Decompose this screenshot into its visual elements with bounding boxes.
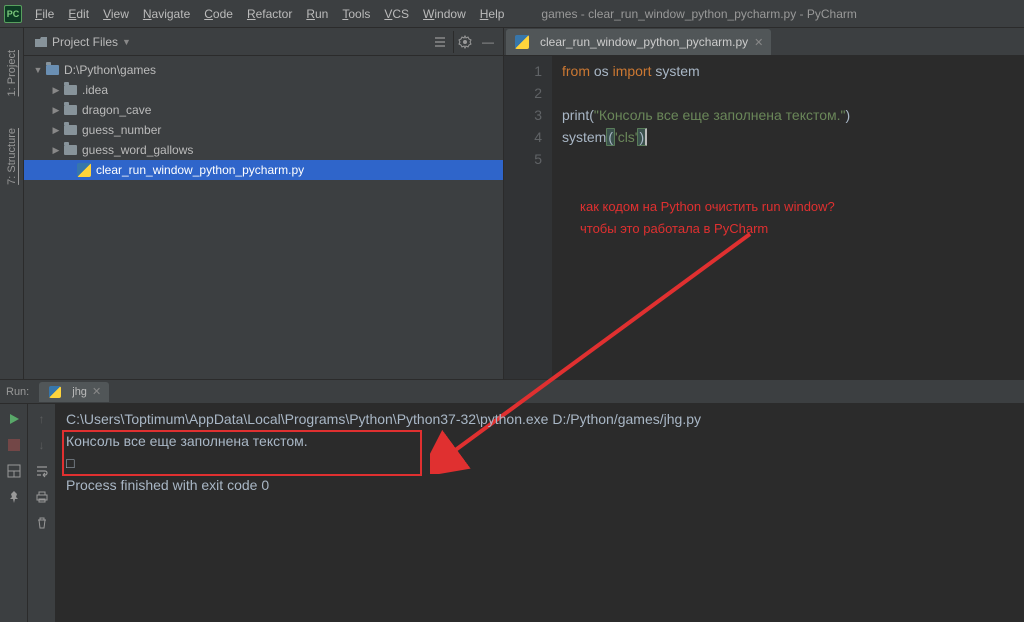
menu-item-vcs[interactable]: VCS	[377, 3, 416, 25]
trash-icon[interactable]	[31, 512, 53, 534]
print-icon[interactable]	[31, 486, 53, 508]
project-panel-title[interactable]: Project Files ▼	[28, 33, 137, 51]
left-tool-gutter: 1: Project 7: Structure	[0, 28, 24, 379]
project-panel: Project Files ▼ — ▼ D:\Python\games ▶.id…	[24, 28, 504, 379]
menu-item-tools[interactable]: Tools	[335, 3, 377, 25]
run-header: Run: jhg ✕	[0, 380, 1024, 404]
tab-structure[interactable]: 7: Structure	[4, 122, 20, 191]
tree-file-label: clear_run_window_python_pycharm.py	[96, 163, 304, 177]
project-panel-header: Project Files ▼ —	[24, 28, 503, 56]
run-play-icon[interactable]	[3, 408, 25, 430]
run-left-toolbar	[0, 404, 28, 622]
gear-icon[interactable]	[453, 31, 475, 53]
minimize-panel-icon[interactable]: —	[477, 31, 499, 53]
menu-item-file[interactable]: File	[28, 3, 61, 25]
down-icon: ↓	[31, 434, 53, 456]
menu-item-help[interactable]: Help	[473, 3, 512, 25]
menu-item-navigate[interactable]: Navigate	[136, 3, 197, 25]
pin-icon[interactable]	[3, 486, 25, 508]
menu-item-code[interactable]: Code	[197, 3, 240, 25]
tree-folder[interactable]: ▶.idea	[24, 80, 503, 100]
console-line: Process finished with exit code 0	[66, 474, 1014, 496]
run-mid-toolbar: ↑ ↓	[28, 404, 56, 622]
project-panel-title-text: Project Files	[52, 35, 118, 49]
stop-icon	[3, 434, 25, 456]
console-line: C:\Users\Toptimum\AppData\Local\Programs…	[66, 408, 1014, 430]
menu-item-window[interactable]: Window	[416, 3, 473, 25]
project-tree[interactable]: ▼ D:\Python\games ▶.idea▶dragon_cave▶gue…	[24, 56, 503, 379]
close-icon[interactable]: ✕	[754, 36, 763, 49]
highlight-box	[62, 430, 422, 476]
title-bar: PC FileEditViewNavigateCodeRefactorRunTo…	[0, 0, 1024, 28]
run-label: Run:	[6, 386, 29, 398]
code-area[interactable]: from os import system print("Консоль все…	[552, 56, 1024, 379]
tree-folder[interactable]: ▶guess_number	[24, 120, 503, 140]
tree-root[interactable]: ▼ D:\Python\games	[24, 60, 503, 80]
wrap-icon[interactable]	[31, 460, 53, 482]
window-title: games - clear_run_window_python_pycharm.…	[541, 7, 856, 21]
editor-panel: clear_run_window_python_pycharm.py ✕ 123…	[504, 28, 1024, 379]
run-panel: Run: jhg ✕ ↑ ↓ C:\Users\Toptimum\AppData…	[0, 379, 1024, 622]
menu-item-view[interactable]: View	[96, 3, 136, 25]
editor-tab[interactable]: clear_run_window_python_pycharm.py ✕	[506, 29, 771, 55]
line-gutter: 12345	[504, 56, 552, 379]
tree-file-selected[interactable]: clear_run_window_python_pycharm.py	[24, 160, 503, 180]
console-output[interactable]: C:\Users\Toptimum\AppData\Local\Programs…	[56, 404, 1024, 622]
editor-tab-label: clear_run_window_python_pycharm.py	[540, 35, 748, 49]
tree-folder[interactable]: ▶dragon_cave	[24, 100, 503, 120]
menu-item-run[interactable]: Run	[299, 3, 335, 25]
annotation-text: как кодом на Python очистить run window?…	[580, 196, 835, 240]
editor-tab-bar: clear_run_window_python_pycharm.py ✕	[504, 28, 1024, 56]
layout-icon[interactable]	[3, 460, 25, 482]
run-tab[interactable]: jhg ✕	[39, 382, 109, 402]
menu-item-refactor[interactable]: Refactor	[240, 3, 299, 25]
tree-folder[interactable]: ▶guess_word_gallows	[24, 140, 503, 160]
close-icon[interactable]: ✕	[92, 385, 101, 398]
tab-project[interactable]: 1: Project	[4, 44, 20, 102]
up-icon: ↑	[31, 408, 53, 430]
menu-item-edit[interactable]: Edit	[61, 3, 96, 25]
run-tab-label: jhg	[72, 386, 87, 398]
tree-root-label: D:\Python\games	[64, 63, 156, 77]
app-icon: PC	[4, 5, 22, 23]
collapse-all-icon[interactable]	[429, 31, 451, 53]
